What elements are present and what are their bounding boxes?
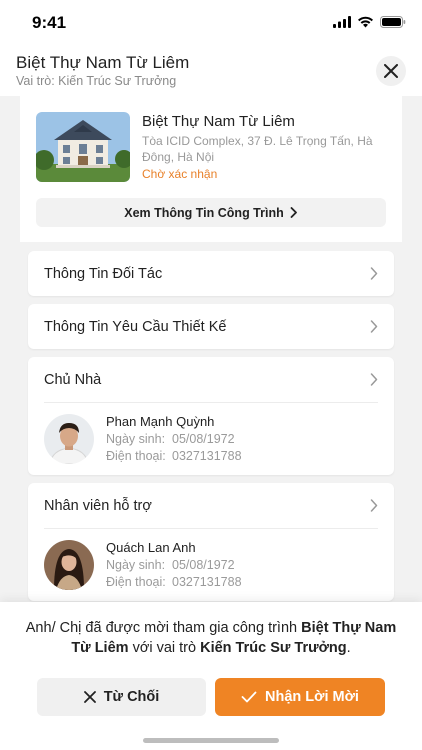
view-project-label: Xem Thông Tin Công Trình — [124, 205, 284, 220]
project-name: Biệt Thự Nam Từ Liêm — [142, 113, 295, 130]
project-status: Chờ xác nhận — [142, 167, 218, 181]
signal-icon — [333, 16, 351, 28]
wifi-icon — [358, 16, 373, 28]
chevron-right-icon — [370, 320, 378, 333]
accept-label: Nhận Lời Mời — [265, 689, 359, 705]
design-request-row[interactable]: Thông Tin Yêu Cầu Thiết Kế — [28, 304, 394, 349]
close-icon — [83, 691, 96, 703]
role-subtitle: Vai trò: Kiến Trúc Sư Trưởng — [16, 74, 177, 88]
invitation-sheet: Anh/ Chị đã được mời tham gia công trình… — [0, 602, 422, 750]
support-card[interactable]: Nhân viên hỗ trợ Quách Lan Anh Ngày sinh… — [28, 483, 394, 601]
owner-dob: Ngày sinh: 05/08/1972 — [106, 432, 235, 446]
partner-info-label: Thông Tin Đối Tác — [44, 266, 163, 282]
project-thumbnail — [36, 112, 130, 182]
support-dob: Ngày sinh: 05/08/1972 — [106, 558, 235, 572]
villa-image — [36, 112, 130, 182]
support-name: Quách Lan Anh — [106, 540, 196, 555]
project-address: Tòa ICID Complex, 37 Đ. Lê Trọng Tấn, Hà… — [142, 134, 373, 164]
partner-info-row[interactable]: Thông Tin Đối Tác — [28, 251, 394, 296]
invite-role: Kiến Trúc Sư Trưởng — [200, 640, 347, 656]
decline-button[interactable]: Từ Chối — [37, 678, 206, 716]
status-icons — [333, 16, 406, 28]
status-bar: 9:41 — [0, 0, 422, 44]
close-button[interactable] — [376, 56, 406, 86]
check-icon — [241, 691, 257, 703]
project-card: Biệt Thự Nam Từ Liêm Tòa ICID Complex, 3… — [20, 96, 402, 242]
invitation-message: Anh/ Chị đã được mời tham gia công trình… — [25, 620, 397, 656]
view-project-button[interactable]: Xem Thông Tin Công Trình — [36, 198, 386, 227]
chevron-right-icon — [370, 267, 378, 280]
chevron-right-icon — [370, 499, 378, 512]
owner-name: Phan Mạnh Quỳnh — [106, 414, 215, 429]
chevron-right-icon — [290, 207, 297, 218]
close-icon — [384, 64, 398, 78]
header: Biệt Thự Nam Từ Liêm Vai trò: Kiến Trúc … — [0, 44, 422, 96]
battery-icon — [380, 16, 406, 28]
design-request-label: Thông Tin Yêu Cầu Thiết Kế — [44, 319, 227, 335]
accept-button[interactable]: Nhận Lời Mời — [215, 678, 385, 716]
decline-label: Từ Chối — [103, 689, 160, 705]
owner-label: Chủ Nhà — [44, 372, 102, 388]
support-phone: Điện thoại: 0327131788 — [106, 575, 242, 589]
owner-phone: Điện thoại: 0327131788 — [106, 449, 242, 463]
status-time: 9:41 — [32, 13, 67, 32]
home-indicator — [143, 738, 279, 743]
divider — [44, 402, 378, 403]
owner-card[interactable]: Chủ Nhà Phan Mạnh Quỳnh Ngày sinh: 05/08/… — [28, 357, 394, 475]
owner-avatar — [44, 414, 94, 464]
chevron-right-icon — [370, 373, 378, 386]
support-label: Nhân viên hỗ trợ — [44, 498, 152, 514]
page-title: Biệt Thự Nam Từ Liêm — [16, 53, 190, 72]
divider — [44, 528, 378, 529]
support-avatar — [44, 540, 94, 590]
